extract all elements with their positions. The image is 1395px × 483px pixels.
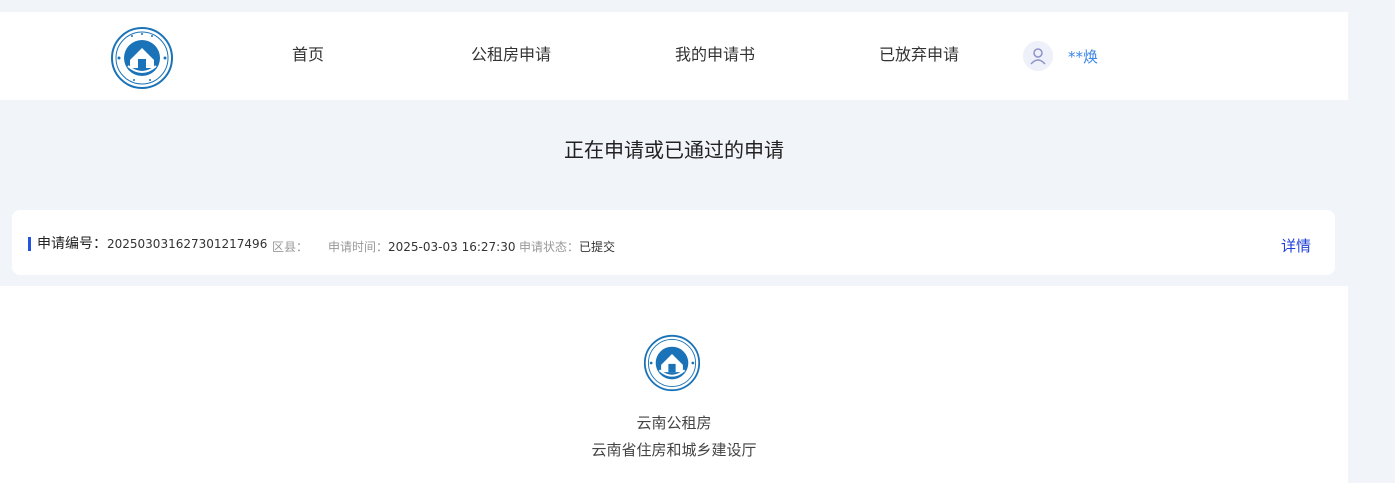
application-time-label: 申请时间： xyxy=(328,240,389,254)
detail-link[interactable]: 详情 xyxy=(1281,235,1311,256)
footer-logo xyxy=(643,334,701,392)
nav-apply[interactable]: 公租房申请 xyxy=(471,45,551,65)
footer-site-name: 云南公租房 xyxy=(636,414,712,432)
nav-home[interactable]: 首页 xyxy=(292,45,324,65)
application-number-value: 202503031627301217496 xyxy=(107,237,268,251)
application-card: 申请编号：202503031627301217496 区县： 申请时间：2025… xyxy=(12,210,1335,275)
logo-emblem-icon xyxy=(111,27,173,89)
application-status-label: 申请状态： xyxy=(519,240,580,254)
application-time-value: 2025-03-03 16:27:30 xyxy=(388,240,516,254)
district: 区县： xyxy=(272,238,308,255)
application-number: 申请编号：202503031627301217496 xyxy=(37,235,267,252)
username[interactable]: **焕 xyxy=(1068,46,1098,67)
application-status-value: 已提交 xyxy=(579,240,616,254)
section-title: 正在申请或已通过的申请 xyxy=(564,138,784,162)
application-number-label: 申请编号： xyxy=(37,236,107,252)
avatar[interactable] xyxy=(1023,41,1053,71)
footer-organization: 云南省住房和城乡建设厅 xyxy=(591,441,757,459)
page: 首页 公租房申请 我的申请书 已放弃申请 **焕 正在申请或已通过的申请 申请编… xyxy=(0,0,1348,483)
user-icon xyxy=(1030,48,1046,65)
application-time: 申请时间：2025-03-03 16:27:30 xyxy=(328,238,515,255)
user-menu[interactable]: **焕 xyxy=(1023,40,1098,72)
site-logo[interactable] xyxy=(110,26,174,90)
nav-abandoned[interactable]: 已放弃申请 xyxy=(879,45,959,65)
header: 首页 公租房申请 我的申请书 已放弃申请 **焕 xyxy=(0,12,1348,100)
footer: 云南公租房 云南省住房和城乡建设厅 xyxy=(0,286,1348,483)
district-label: 区县： xyxy=(272,240,309,254)
logo-emblem-icon xyxy=(643,334,701,392)
accent-bar xyxy=(28,237,31,251)
application-status: 申请状态：已提交 xyxy=(519,238,615,255)
nav-my-applications[interactable]: 我的申请书 xyxy=(675,45,755,65)
